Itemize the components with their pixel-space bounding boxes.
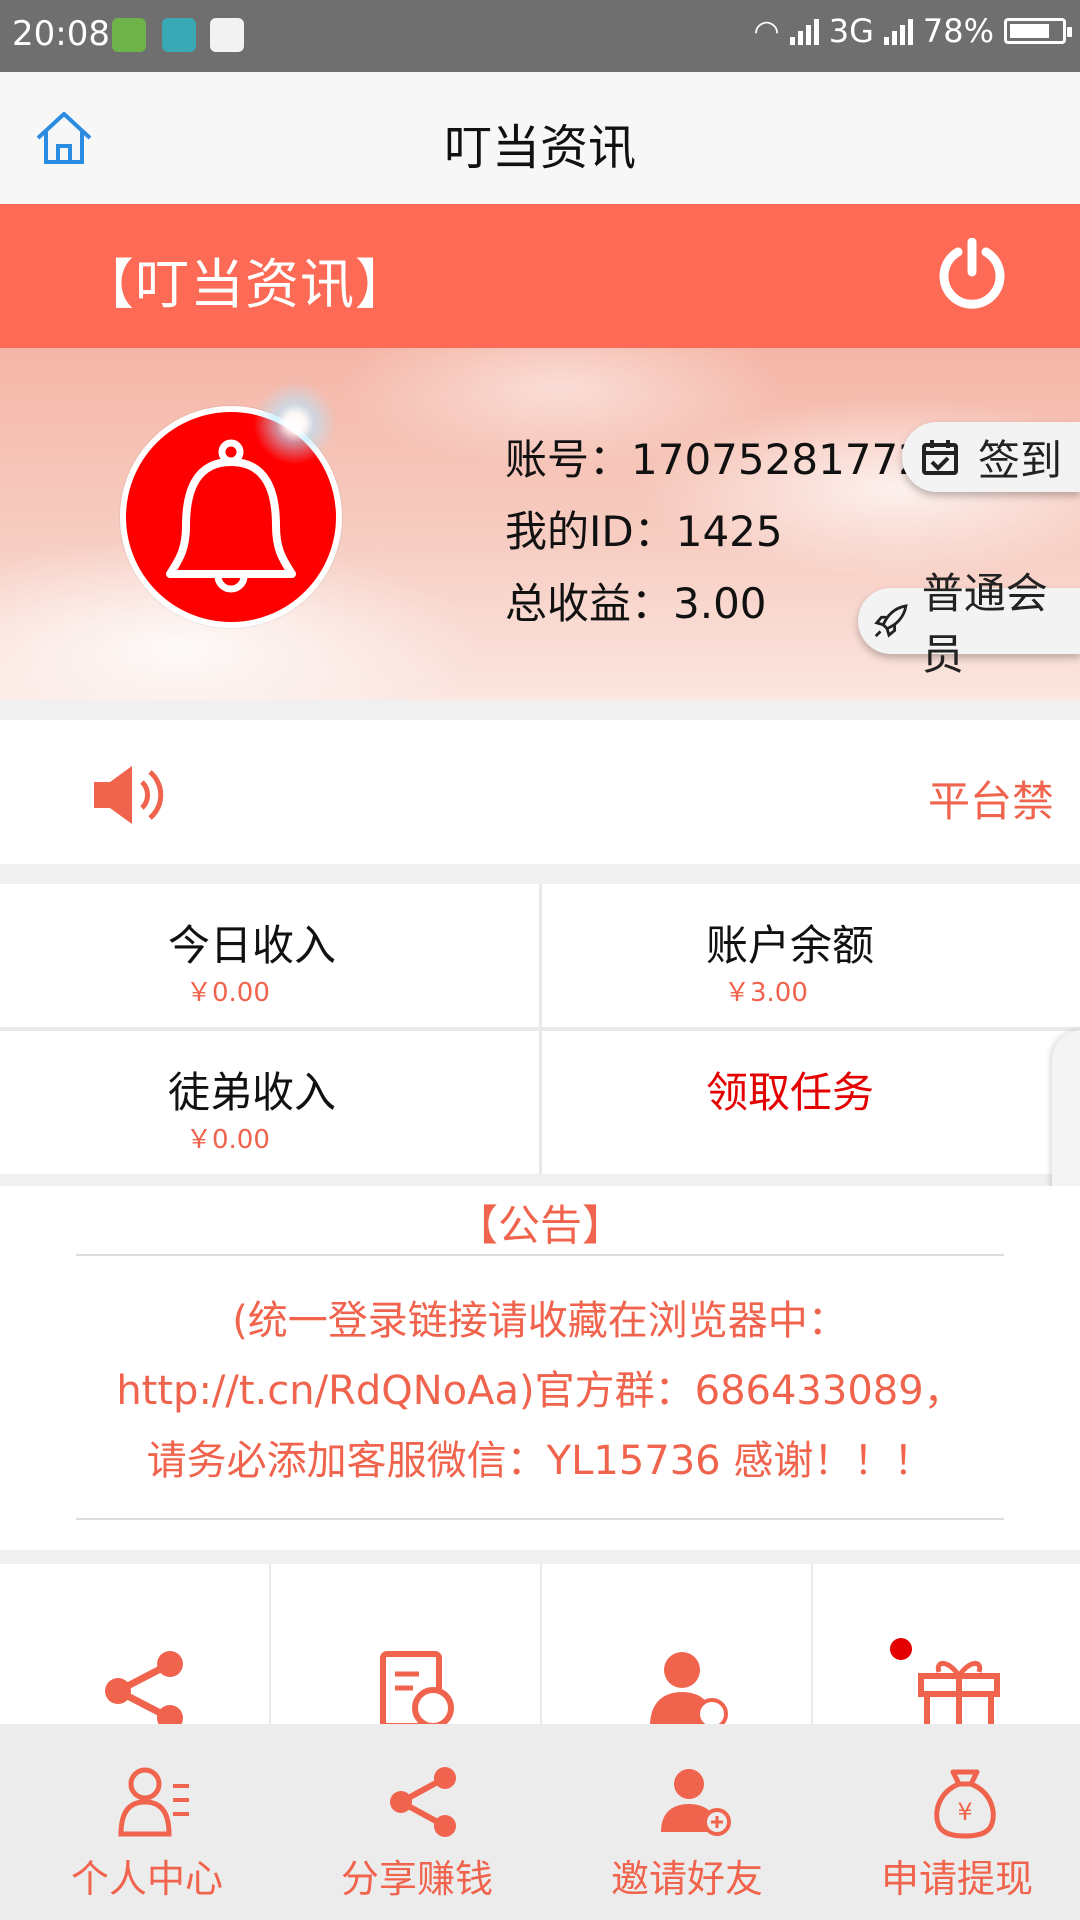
bill-clock-icon bbox=[380, 1651, 454, 1724]
apprentice-income-cell[interactable]: 徒弟收入 ￥0.00 bbox=[0, 1031, 539, 1174]
banner: 【叮当资讯】 bbox=[0, 204, 1080, 348]
earnings-row: 总收益：3.00 bbox=[505, 570, 767, 631]
banner-title: 【叮当资讯】 bbox=[80, 253, 410, 316]
balance-cell[interactable]: 账户余额 ￥3.00 bbox=[542, 884, 1080, 1027]
id-value: 1425 bbox=[675, 507, 783, 556]
gift-icon bbox=[918, 1661, 1000, 1724]
speaker-icon bbox=[94, 766, 164, 824]
account-row: 账号：17075281772 bbox=[505, 426, 925, 487]
bottom-tab-bar: 个人中心 分享赚钱 邀请好友 ¥ 申请提现 bbox=[0, 1724, 1080, 1920]
id-label: 我的ID： bbox=[505, 507, 676, 556]
member-level-button[interactable]: 普通会员 bbox=[858, 569, 1080, 679]
today-income-cell[interactable]: 今日收入 ￥0.00 bbox=[0, 884, 539, 1027]
account-label: 账号： bbox=[505, 435, 632, 484]
add-user-icon bbox=[650, 1652, 728, 1724]
announcement-panel: 【公告】 (统一登录链接请收藏在浏览器中： http://t.cn/RdQNoA… bbox=[0, 1186, 1080, 1550]
money-bag-icon: ¥ bbox=[934, 1769, 996, 1839]
today-income-label: 今日收入 bbox=[168, 921, 337, 970]
scan-notification-icon bbox=[162, 18, 196, 52]
app-notification-icon bbox=[112, 18, 146, 52]
notice-text: 平台禁 bbox=[927, 777, 1054, 826]
calendar-check-icon bbox=[922, 440, 958, 475]
announcement-line-2: http://t.cn/RdQNoAa)官方群：686433089， bbox=[116, 1368, 964, 1414]
battery-percent: 78% bbox=[922, 12, 994, 50]
tab-share-earn[interactable]: 分享赚钱 bbox=[282, 1724, 552, 1920]
feature-records[interactable] bbox=[271, 1564, 540, 1724]
checkin-button[interactable]: 签到 bbox=[902, 422, 1080, 492]
apprentice-income-value: ￥0.00 bbox=[186, 1125, 270, 1155]
tab-label: 申请提现 bbox=[880, 1857, 1033, 1901]
tab-label: 邀请好友 bbox=[610, 1857, 763, 1901]
sparkle-decoration bbox=[250, 378, 340, 468]
member-label: 普通会员 bbox=[921, 569, 1048, 679]
tab-withdraw[interactable]: ¥ 申请提现 bbox=[822, 1724, 1080, 1920]
wifi-icon: ◠ bbox=[753, 13, 780, 49]
signal-icon-2 bbox=[883, 17, 913, 45]
balance-value: ￥3.00 bbox=[724, 978, 808, 1008]
feature-invite[interactable] bbox=[542, 1564, 811, 1724]
announcement-heading: 【公告】 bbox=[455, 1201, 624, 1250]
balance-label: 账户余额 bbox=[706, 921, 875, 970]
announcement-line-3: 请务必添加客服微信：YL15736 感谢！！！ bbox=[146, 1438, 934, 1484]
profile-list-icon bbox=[118, 1767, 189, 1837]
divider bbox=[76, 1518, 1004, 1520]
tab-label: 分享赚钱 bbox=[340, 1857, 493, 1901]
tab-personal-center[interactable]: 个人中心 bbox=[12, 1724, 282, 1920]
app-header: 叮当资讯 bbox=[0, 72, 1080, 204]
announcement-line-1: (统一登录链接请收藏在浏览器中： bbox=[232, 1298, 848, 1344]
checkin-label: 签到 bbox=[978, 435, 1063, 485]
divider bbox=[76, 1254, 1004, 1256]
profile-card: 账号：17075281772 我的ID：1425 总收益：3.00 签到 普通会… bbox=[0, 348, 1080, 700]
claim-task-label: 领取任务 bbox=[706, 1068, 875, 1117]
status-time: 20:08 bbox=[12, 14, 110, 54]
svg-text:¥: ¥ bbox=[957, 1798, 972, 1826]
page-title: 叮当资讯 bbox=[443, 120, 636, 176]
claim-task-cell[interactable]: 领取任务 bbox=[542, 1031, 1080, 1174]
earnings-value: 3.00 bbox=[673, 579, 767, 628]
rocket-icon bbox=[874, 604, 908, 638]
power-icon[interactable] bbox=[936, 238, 1008, 310]
status-bar: 20:08 ◠ 3G 78% bbox=[0, 0, 1080, 72]
network-type: 3G bbox=[828, 12, 874, 50]
status-indicators: ◠ 3G 78% bbox=[753, 12, 1072, 50]
share-icon bbox=[390, 1767, 456, 1837]
today-income-value: ￥0.00 bbox=[186, 978, 270, 1008]
notice-bar: 平台禁 bbox=[0, 720, 1080, 864]
tab-invite-friends[interactable]: 邀请好友 bbox=[552, 1724, 822, 1920]
earnings-label: 总收益： bbox=[505, 579, 674, 628]
feature-gift[interactable] bbox=[813, 1564, 1080, 1724]
id-row: 我的ID：1425 bbox=[505, 498, 783, 559]
feature-share[interactable] bbox=[0, 1564, 269, 1724]
stats-grid: 今日收入 ￥0.00 账户余额 ￥3.00 徒弟收入 ￥0.00 领取任务 bbox=[0, 884, 1080, 1174]
new-badge-dot bbox=[890, 1638, 912, 1660]
share-icon bbox=[105, 1651, 183, 1724]
add-user-icon bbox=[661, 1769, 731, 1836]
account-value: 17075281772 bbox=[631, 435, 925, 484]
apprentice-income-label: 徒弟收入 bbox=[168, 1068, 337, 1117]
battery-fill bbox=[1010, 24, 1049, 38]
battery-icon bbox=[1004, 18, 1072, 44]
tab-label: 个人中心 bbox=[70, 1857, 223, 1901]
feature-grid bbox=[0, 1564, 1080, 1724]
message-notification-icon bbox=[210, 18, 244, 52]
signal-icon bbox=[789, 17, 819, 45]
